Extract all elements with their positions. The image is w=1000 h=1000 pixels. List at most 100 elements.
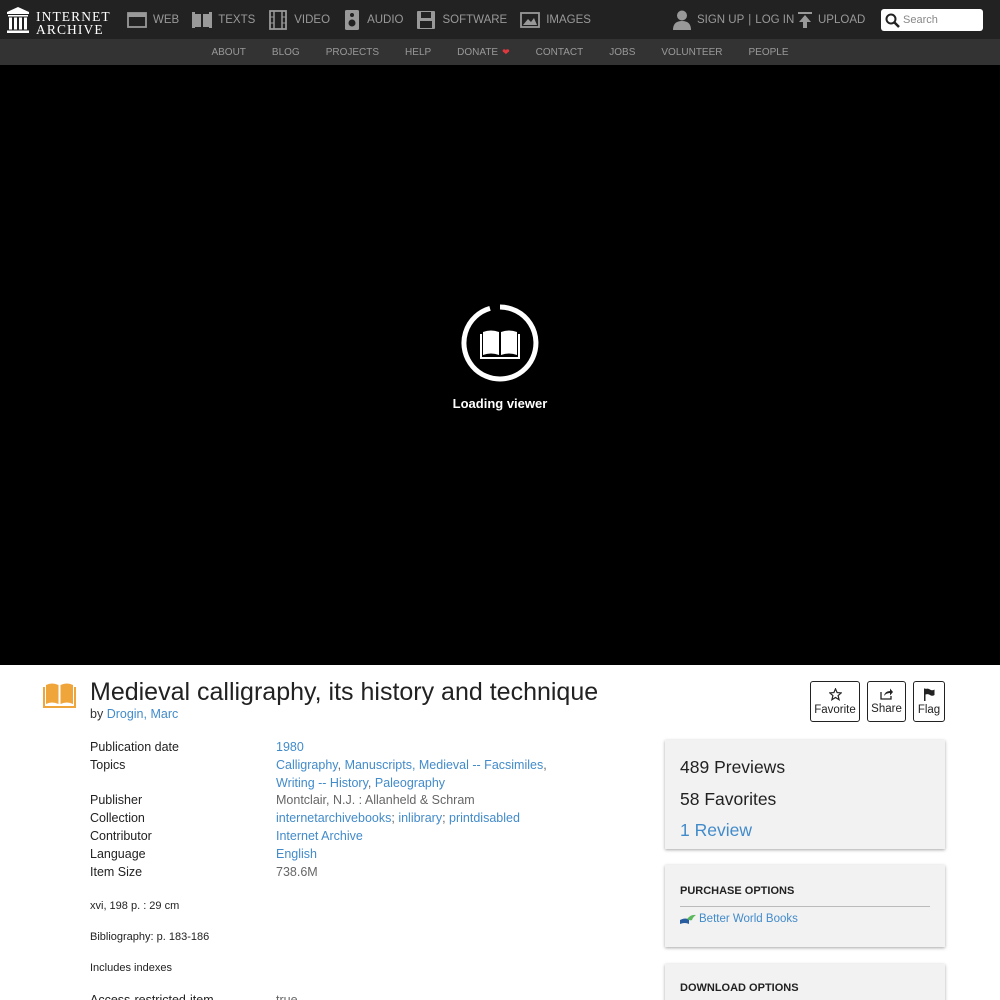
subnav-help[interactable]: HELP xyxy=(405,47,431,58)
metadata-row: Publication date 1980 xyxy=(90,739,610,757)
metadata-key: Contributor xyxy=(90,828,152,843)
subnav-volunteer[interactable]: VOLUNTEER xyxy=(661,47,722,58)
collection-link[interactable]: printdisabled xyxy=(449,811,520,825)
favorites-count: 58 xyxy=(680,788,700,809)
film-icon xyxy=(269,9,288,30)
metadata-row: Contributor Internet Archive xyxy=(90,828,610,846)
nav-web[interactable]: WEB xyxy=(127,0,179,39)
topic-link[interactable]: Paleography xyxy=(375,776,445,790)
item-size-value: 738.6M xyxy=(276,864,318,879)
download-options-box: DOWNLOAD OPTIONS xyxy=(665,964,945,1000)
metadata-key: Publication date xyxy=(90,740,179,754)
upload-icon xyxy=(798,11,812,28)
metadata-row: Publisher Montclair, N.J. : Allanheld & … xyxy=(90,792,610,810)
access-restricted-row: Access-restricted-item true xyxy=(90,992,610,1000)
item-stats-box: 489 Previews 58 Favorites 1 Review xyxy=(665,740,945,849)
nav-software-label: SOFTWARE xyxy=(442,13,508,26)
access-restricted-value: true xyxy=(276,993,298,1000)
purchase-options-heading: PURCHASE OPTIONS xyxy=(680,885,930,907)
subnav-donate-label: DONATE xyxy=(457,46,499,58)
sign-up-link[interactable]: SIGN UP xyxy=(697,14,744,26)
top-navigation-bar: INTERNET ARCHIVE WEB TEXTS VIDEO AUDIO S… xyxy=(0,0,1000,39)
web-icon xyxy=(127,11,147,28)
star-icon xyxy=(828,687,842,701)
nav-texts[interactable]: TEXTS xyxy=(192,0,255,39)
loading-spinner-icon xyxy=(461,304,539,382)
contributor-link[interactable]: Internet Archive xyxy=(276,829,363,843)
metadata-key: Topics xyxy=(90,757,126,772)
metadata-key: Language xyxy=(90,846,146,861)
user-account-area: SIGN UP | LOG IN xyxy=(673,0,794,39)
upload-label: UPLOAD xyxy=(818,13,866,26)
nav-video[interactable]: VIDEO xyxy=(268,0,330,39)
nav-images-label: IMAGES xyxy=(546,13,591,26)
author-link[interactable]: Drogin, Marc xyxy=(107,707,179,721)
open-book-icon xyxy=(480,330,520,359)
flag-icon xyxy=(924,688,935,701)
subnav-contact[interactable]: CONTACT xyxy=(536,47,584,58)
previews-stat: 489 Previews xyxy=(680,752,930,784)
reviews-link[interactable]: 1 Review xyxy=(680,815,930,847)
collection-link[interactable]: internetarchivebooks xyxy=(276,811,391,825)
collection-link[interactable]: inlibrary xyxy=(398,811,442,825)
logo-text: INTERNET ARCHIVE xyxy=(36,10,111,37)
reviews-count: 1 xyxy=(680,820,690,840)
nav-software[interactable]: SOFTWARE xyxy=(416,0,507,39)
metadata-key: Item Size xyxy=(90,864,143,879)
floppy-icon xyxy=(417,10,436,29)
metadata-key: Collection xyxy=(90,811,145,826)
nav-video-label: VIDEO xyxy=(294,13,331,26)
share-button[interactable]: Share xyxy=(867,681,906,722)
favorite-button[interactable]: Favorite xyxy=(810,681,860,722)
log-in-link[interactable]: LOG IN xyxy=(755,14,794,26)
previews-count: 489 xyxy=(680,757,710,777)
note-bibliography: Bibliography: p. 183-186 xyxy=(90,931,210,943)
language-link[interactable]: English xyxy=(276,847,317,861)
topic-link[interactable]: Calligraphy xyxy=(276,758,338,772)
nav-audio-label: AUDIO xyxy=(367,13,404,26)
publication-date-link[interactable]: 1980 xyxy=(276,740,304,754)
favorites-label: Favorites xyxy=(704,788,777,809)
better-world-books-icon xyxy=(680,914,696,924)
nav-web-label: WEB xyxy=(153,13,180,26)
nav-images[interactable]: IMAGES xyxy=(520,0,591,39)
flag-label: Flag xyxy=(917,703,941,716)
topic-link[interactable]: Manuscripts, Medieval -- Facsimiles xyxy=(345,758,544,772)
upload-button[interactable]: UPLOAD xyxy=(797,0,865,39)
subnav-people[interactable]: PEOPLE xyxy=(749,47,789,58)
search-input[interactable] xyxy=(903,11,981,29)
better-world-books-link[interactable]: Better World Books xyxy=(680,913,930,925)
user-icon xyxy=(673,10,691,30)
subnav-donate[interactable]: DONATE ❤ xyxy=(457,47,509,58)
subnav-blog[interactable]: BLOG xyxy=(272,47,300,58)
topic-link[interactable]: Writing -- History xyxy=(276,776,368,790)
metadata-key: Access-restricted-item xyxy=(90,993,214,1000)
item-metadata: Publication date 1980 Topics Calligraphy… xyxy=(90,739,610,881)
texts-book-icon xyxy=(43,683,76,708)
nav-audio[interactable]: AUDIO xyxy=(343,0,403,39)
image-icon xyxy=(520,11,541,28)
nav-texts-label: TEXTS xyxy=(218,13,256,26)
metadata-row: Item Size 738.6M xyxy=(90,864,610,882)
search-icon[interactable] xyxy=(885,13,900,28)
flag-button[interactable]: Flag xyxy=(913,681,945,722)
subnav-jobs[interactable]: JOBS xyxy=(609,47,635,58)
speaker-icon xyxy=(345,9,360,30)
by-label: by xyxy=(90,707,104,721)
subnav-about[interactable]: ABOUT xyxy=(211,47,245,58)
subnav-projects[interactable]: PROJECTS xyxy=(326,47,379,58)
item-title: Medieval calligraphy, its history and te… xyxy=(90,678,599,706)
reviews-label: Review xyxy=(694,820,752,840)
publisher-value: Montclair, N.J. : Allanheld & Schram xyxy=(276,793,475,808)
item-byline: by Drogin, Marc xyxy=(90,707,178,721)
share-label: Share xyxy=(871,703,902,715)
loading-viewer-text: Loading viewer xyxy=(452,396,548,411)
metadata-key: Publisher xyxy=(90,793,143,808)
book-viewer[interactable]: Loading viewer xyxy=(0,65,1000,665)
note-indexes: Includes indexes xyxy=(90,962,172,974)
favorite-label: Favorite xyxy=(814,703,856,716)
metadata-row: Collection internetarchivebooks; inlibra… xyxy=(90,810,610,828)
better-world-books-label: Better World Books xyxy=(699,913,798,925)
internet-archive-logo[interactable]: INTERNET ARCHIVE xyxy=(7,6,110,36)
heart-icon: ❤ xyxy=(502,46,510,57)
